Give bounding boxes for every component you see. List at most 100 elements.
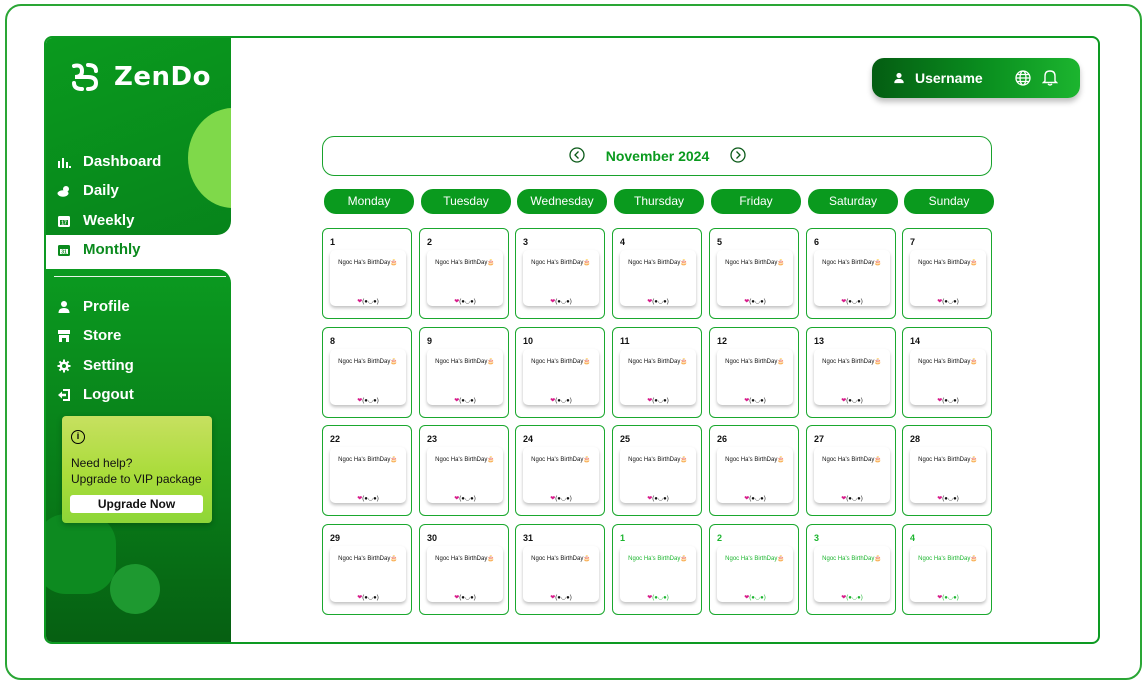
nav-item-weekly[interactable]: 17 Weekly [57, 212, 134, 229]
event-card[interactable]: Ngoc Ha's BirthDay🎂 ❤(●◡●) [910, 546, 986, 602]
day-cell[interactable]: 14 Ngoc Ha's BirthDay🎂 ❤(●◡●) [902, 327, 992, 418]
day-cell[interactable]: 27 Ngoc Ha's BirthDay🎂 ❤(●◡●) [806, 425, 896, 516]
day-number: 22 [330, 434, 341, 444]
event-card[interactable]: Ngoc Ha's BirthDay🎂 ❤(●◡●) [814, 447, 890, 503]
nav-item-profile[interactable]: Profile [57, 298, 130, 315]
event-card[interactable]: Ngoc Ha's BirthDay🎂 ❤(●◡●) [717, 250, 793, 306]
weekday-friday: Friday [711, 189, 801, 214]
event-card[interactable]: Ngoc Ha's BirthDay🎂 ❤(●◡●) [523, 349, 599, 405]
day-cell[interactable]: 26 Ngoc Ha's BirthDay🎂 ❤(●◡●) [709, 425, 799, 516]
day-number: 26 [717, 434, 728, 444]
day-number: 14 [910, 336, 921, 346]
event-card[interactable]: Ngoc Ha's BirthDay🎂 ❤(●◡●) [620, 447, 696, 503]
event-card[interactable]: Ngoc Ha's BirthDay🎂 ❤(●◡●) [910, 349, 986, 405]
day-number: 2 [717, 533, 723, 543]
day-number: 25 [620, 434, 631, 444]
day-cell[interactable]: 29 Ngoc Ha's BirthDay🎂 ❤(●◡●) [322, 524, 412, 615]
day-number: 28 [910, 434, 921, 444]
event-card[interactable]: Ngoc Ha's BirthDay🎂 ❤(●◡●) [427, 447, 503, 503]
event-card[interactable]: Ngoc Ha's BirthDay🎂 ❤(●◡●) [717, 447, 793, 503]
nav-item-dashboard[interactable]: Dashboard [57, 153, 161, 170]
heart-icon: ❤ [744, 595, 750, 601]
event-kaomoji: ❤(●◡●) [841, 496, 863, 502]
event-kaomoji: ❤(●◡●) [454, 595, 476, 601]
event-card[interactable]: Ngoc Ha's BirthDay🎂 ❤(●◡●) [330, 447, 406, 503]
day-cell[interactable]: 13 Ngoc Ha's BirthDay🎂 ❤(●◡●) [806, 327, 896, 418]
day-cell[interactable]: 3 Ngoc Ha's BirthDay🎂 ❤(●◡●) [515, 228, 605, 319]
event-card[interactable]: Ngoc Ha's BirthDay🎂 ❤(●◡●) [330, 349, 406, 405]
event-card[interactable]: Ngoc Ha's BirthDay🎂 ❤(●◡●) [620, 250, 696, 306]
day-cell[interactable]: 5 Ngoc Ha's BirthDay🎂 ❤(●◡●) [709, 228, 799, 319]
nav-item-monthly[interactable]: 31 Monthly [57, 241, 141, 258]
bell-icon[interactable] [1042, 69, 1058, 86]
chevron-right-icon[interactable] [730, 147, 746, 163]
event-card[interactable]: Ngoc Ha's BirthDay🎂 ❤(●◡●) [814, 250, 890, 306]
event-card[interactable]: Ngoc Ha's BirthDay🎂 ❤(●◡●) [910, 447, 986, 503]
day-number: 2 [427, 237, 433, 247]
heart-icon: ❤ [550, 496, 556, 502]
event-card[interactable]: Ngoc Ha's BirthDay🎂 ❤(●◡●) [427, 349, 503, 405]
nav-item-store[interactable]: Store [57, 327, 121, 344]
globe-icon[interactable] [1015, 70, 1031, 86]
day-cell[interactable]: 30 Ngoc Ha's BirthDay🎂 ❤(●◡●) [419, 524, 509, 615]
event-card[interactable]: Ngoc Ha's BirthDay🎂 ❤(●◡●) [523, 447, 599, 503]
chart-icon [58, 157, 71, 168]
event-card[interactable]: Ngoc Ha's BirthDay🎂 ❤(●◡●) [427, 250, 503, 306]
day-cell[interactable]: 3 Ngoc Ha's BirthDay🎂 ❤(●◡●) [806, 524, 896, 615]
event-kaomoji: ❤(●◡●) [937, 299, 959, 305]
day-cell[interactable]: 6 Ngoc Ha's BirthDay🎂 ❤(●◡●) [806, 228, 896, 319]
day-cell[interactable]: 12 Ngoc Ha's BirthDay🎂 ❤(●◡●) [709, 327, 799, 418]
event-card[interactable]: Ngoc Ha's BirthDay🎂 ❤(●◡●) [717, 546, 793, 602]
day-cell[interactable]: 1 Ngoc Ha's BirthDay🎂 ❤(●◡●) [612, 524, 702, 615]
day-cell[interactable]: 8 Ngoc Ha's BirthDay🎂 ❤(●◡●) [322, 327, 412, 418]
day-cell[interactable]: 23 Ngoc Ha's BirthDay🎂 ❤(●◡●) [419, 425, 509, 516]
event-kaomoji: ❤(●◡●) [647, 299, 669, 305]
heart-icon: ❤ [454, 299, 460, 305]
day-cell[interactable]: 10 Ngoc Ha's BirthDay🎂 ❤(●◡●) [515, 327, 605, 418]
brand-name: ZenDo [114, 62, 211, 92]
day-cell[interactable]: 11 Ngoc Ha's BirthDay🎂 ❤(●◡●) [612, 327, 702, 418]
day-cell[interactable]: 24 Ngoc Ha's BirthDay🎂 ❤(●◡●) [515, 425, 605, 516]
event-card[interactable]: Ngoc Ha's BirthDay🎂 ❤(●◡●) [330, 546, 406, 602]
event-card[interactable]: Ngoc Ha's BirthDay🎂 ❤(●◡●) [427, 546, 503, 602]
event-card[interactable]: Ngoc Ha's BirthDay🎂 ❤(●◡●) [620, 349, 696, 405]
nav-label: Profile [83, 298, 130, 315]
event-title: Ngoc Ha's BirthDay🎂 [338, 556, 398, 562]
day-cell[interactable]: 2 Ngoc Ha's BirthDay🎂 ❤(●◡●) [709, 524, 799, 615]
event-card[interactable]: Ngoc Ha's BirthDay🎂 ❤(●◡●) [814, 546, 890, 602]
day-cell[interactable]: 28 Ngoc Ha's BirthDay🎂 ❤(●◡●) [902, 425, 992, 516]
nav-label: Setting [83, 357, 134, 374]
day-cell[interactable]: 2 Ngoc Ha's BirthDay🎂 ❤(●◡●) [419, 228, 509, 319]
day-cell[interactable]: 7 Ngoc Ha's BirthDay🎂 ❤(●◡●) [902, 228, 992, 319]
brand-logo[interactable]: ZenDo [68, 60, 211, 94]
day-cell[interactable]: 25 Ngoc Ha's BirthDay🎂 ❤(●◡●) [612, 425, 702, 516]
upgrade-now-button[interactable]: Upgrade Now [70, 495, 203, 513]
event-card[interactable]: Ngoc Ha's BirthDay🎂 ❤(●◡●) [330, 250, 406, 306]
nav-item-daily[interactable]: Daily [57, 182, 119, 199]
event-title: Ngoc Ha's BirthDay🎂 [725, 260, 785, 266]
event-card[interactable]: Ngoc Ha's BirthDay🎂 ❤(●◡●) [523, 546, 599, 602]
chevron-left-icon[interactable] [569, 147, 585, 163]
event-title: Ngoc Ha's BirthDay🎂 [628, 556, 688, 562]
event-card[interactable]: Ngoc Ha's BirthDay🎂 ❤(●◡●) [814, 349, 890, 405]
day-cell[interactable]: 9 Ngoc Ha's BirthDay🎂 ❤(●◡●) [419, 327, 509, 418]
event-card[interactable]: Ngoc Ha's BirthDay🎂 ❤(●◡●) [523, 250, 599, 306]
day-cell[interactable]: 22 Ngoc Ha's BirthDay🎂 ❤(●◡●) [322, 425, 412, 516]
event-title: Ngoc Ha's BirthDay🎂 [435, 556, 495, 562]
nav-item-logout[interactable]: Logout [57, 386, 134, 403]
day-cell[interactable]: 31 Ngoc Ha's BirthDay🎂 ❤(●◡●) [515, 524, 605, 615]
event-card[interactable]: Ngoc Ha's BirthDay🎂 ❤(●◡●) [717, 349, 793, 405]
day-cell[interactable]: 1 Ngoc Ha's BirthDay🎂 ❤(●◡●) [322, 228, 412, 319]
nav-item-setting[interactable]: Setting [57, 357, 134, 374]
heart-icon: ❤ [841, 496, 847, 502]
day-cell[interactable]: 4 Ngoc Ha's BirthDay🎂 ❤(●◡●) [612, 228, 702, 319]
logo-icon [72, 63, 99, 91]
event-card[interactable]: Ngoc Ha's BirthDay🎂 ❤(●◡●) [620, 546, 696, 602]
event-kaomoji: ❤(●◡●) [647, 595, 669, 601]
day-number: 12 [717, 336, 728, 346]
user-menu[interactable]: Username [872, 58, 1080, 98]
event-card[interactable]: Ngoc Ha's BirthDay🎂 ❤(●◡●) [910, 250, 986, 306]
day-cell[interactable]: 4 Ngoc Ha's BirthDay🎂 ❤(●◡●) [902, 524, 992, 615]
event-kaomoji: ❤(●◡●) [357, 299, 379, 305]
event-title: Ngoc Ha's BirthDay🎂 [531, 359, 591, 365]
